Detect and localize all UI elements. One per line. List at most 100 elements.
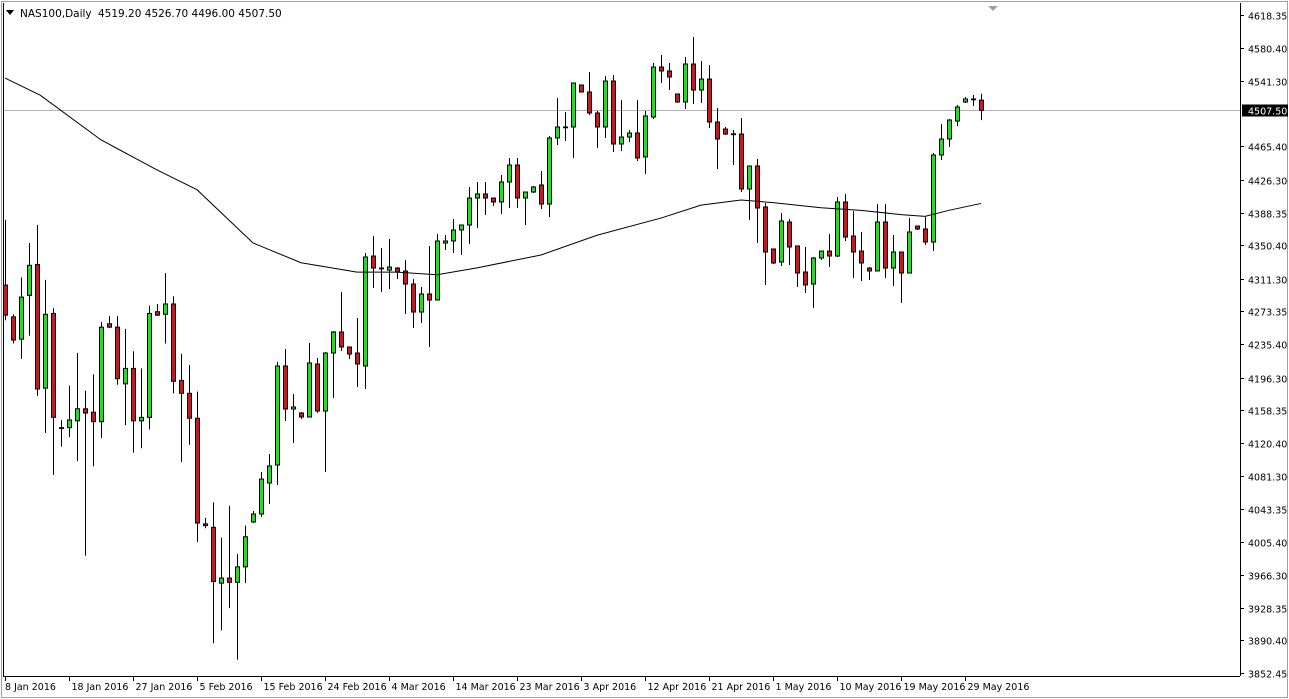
candle <box>436 234 440 300</box>
bullish-candle-body <box>500 182 504 202</box>
bearish-candle-body <box>852 236 856 252</box>
bearish-candle-body <box>348 347 352 354</box>
bullish-candle-body <box>164 304 168 314</box>
bearish-candle-body <box>92 412 96 421</box>
bearish-candle-body <box>380 268 384 269</box>
bullish-candle-body <box>20 297 24 339</box>
bearish-candle-body <box>156 312 160 315</box>
bearish-candle-body <box>844 202 848 237</box>
bullish-candle-body <box>964 99 968 102</box>
price-chart[interactable]: 4618.354580.404541.304465.404426.304388.… <box>0 0 1289 699</box>
date-tick-label: 12 Apr 2016 <box>648 682 707 693</box>
price-tick-label: 4311.30 <box>1248 276 1287 287</box>
bearish-candle-body <box>692 64 696 90</box>
bullish-candle-body <box>292 407 296 409</box>
bullish-candle-body <box>972 99 976 100</box>
bullish-candle-body <box>476 194 480 198</box>
bearish-candle-body <box>636 133 640 158</box>
bullish-candle-body <box>548 138 552 204</box>
date-tick-label: 4 Mar 2016 <box>392 682 446 693</box>
bullish-candle-body <box>572 83 576 127</box>
price-tick-label: 4388.35 <box>1248 210 1287 221</box>
date-tick-label: 19 May 2016 <box>904 682 966 693</box>
date-tick-label: 18 Jan 2016 <box>72 682 129 693</box>
bullish-candle-body <box>684 64 688 102</box>
candle <box>932 153 936 251</box>
bearish-candle-body <box>788 222 792 247</box>
date-tick-label: 29 May 2016 <box>968 682 1030 693</box>
current-price-tag: 4507.50 <box>1242 105 1288 118</box>
candle <box>836 197 840 257</box>
bullish-candle-body <box>252 514 256 522</box>
price-tick-label: 4273.35 <box>1248 308 1287 319</box>
bearish-candle-body <box>724 129 728 134</box>
bearish-candle-body <box>660 67 664 71</box>
bullish-candle-body <box>28 265 32 295</box>
price-tick-label: 4120.40 <box>1248 440 1287 451</box>
chart-background <box>0 0 1289 699</box>
bearish-candle-body <box>980 100 984 110</box>
bearish-candle-body <box>916 226 920 229</box>
bullish-candle-body <box>908 232 912 273</box>
date-tick-label: 3 Apr 2016 <box>584 682 637 693</box>
candle <box>652 63 656 119</box>
bearish-candle-body <box>204 524 208 526</box>
bullish-candle-body <box>244 537 248 567</box>
date-tick-label: 10 May 2016 <box>840 682 902 693</box>
bearish-candle-body <box>580 85 584 92</box>
bullish-candle-body <box>76 409 80 421</box>
price-tick-label: 3966.30 <box>1248 572 1287 583</box>
bullish-candle-body <box>780 221 784 262</box>
bearish-candle-body <box>772 249 776 263</box>
bearish-candle-body <box>284 366 288 409</box>
price-tick-label: 4580.40 <box>1248 45 1287 56</box>
bullish-candle-body <box>468 198 472 225</box>
price-tick-label: 4196.30 <box>1248 375 1287 386</box>
price-tick-label: 4465.40 <box>1248 143 1287 154</box>
bullish-candle-body <box>644 116 648 157</box>
ohlc-values: 4519.20 4526.70 4496.00 4507.50 <box>98 8 282 20</box>
price-tick-label: 4350.40 <box>1248 242 1287 253</box>
bullish-candle-body <box>628 133 632 137</box>
bearish-candle-body <box>540 185 544 204</box>
current-price-label: 4507.50 <box>1248 107 1287 118</box>
bearish-candle-body <box>300 413 304 417</box>
bearish-candle-body <box>84 409 88 413</box>
price-tick-label: 4158.35 <box>1248 407 1287 418</box>
bullish-candle-body <box>812 258 816 284</box>
bullish-candle-body <box>836 202 840 256</box>
price-tick-label: 4043.35 <box>1248 506 1287 517</box>
bullish-candle-body <box>236 567 240 582</box>
bullish-candle-body <box>268 466 272 483</box>
price-tick-label: 4005.40 <box>1248 539 1287 550</box>
price-tick-label: 4235.40 <box>1248 341 1287 352</box>
bearish-candle-body <box>924 229 928 242</box>
chart-header: NAS100,Daily 4519.20 4526.70 4496.00 450… <box>6 8 282 20</box>
candle <box>580 85 584 92</box>
bearish-candle-body <box>412 284 416 312</box>
bullish-candle-body <box>524 192 528 198</box>
bullish-candle-body <box>420 294 424 312</box>
bullish-candle-body <box>124 368 128 383</box>
candle <box>148 306 152 430</box>
candle <box>676 94 680 103</box>
candle <box>684 57 688 109</box>
bearish-candle-body <box>188 393 192 418</box>
bullish-candle-body <box>388 267 392 270</box>
date-tick-label: 21 Apr 2016 <box>712 682 771 693</box>
bearish-candle-body <box>564 127 568 128</box>
bearish-candle-body <box>372 256 376 268</box>
bearish-candle-body <box>868 268 872 271</box>
bearish-candle-body <box>764 207 768 252</box>
candle <box>612 75 616 152</box>
bearish-candle-body <box>596 113 600 127</box>
bearish-candle-body <box>340 332 344 347</box>
bullish-candle-body <box>148 313 152 417</box>
bearish-candle-body <box>172 304 176 381</box>
date-tick-label: 1 May 2016 <box>776 682 832 693</box>
price-tick-label: 4618.35 <box>1248 12 1287 23</box>
bearish-candle-body <box>116 327 120 379</box>
bearish-candle-body <box>716 122 720 139</box>
candle <box>316 358 320 413</box>
bullish-candle-body <box>932 155 936 242</box>
